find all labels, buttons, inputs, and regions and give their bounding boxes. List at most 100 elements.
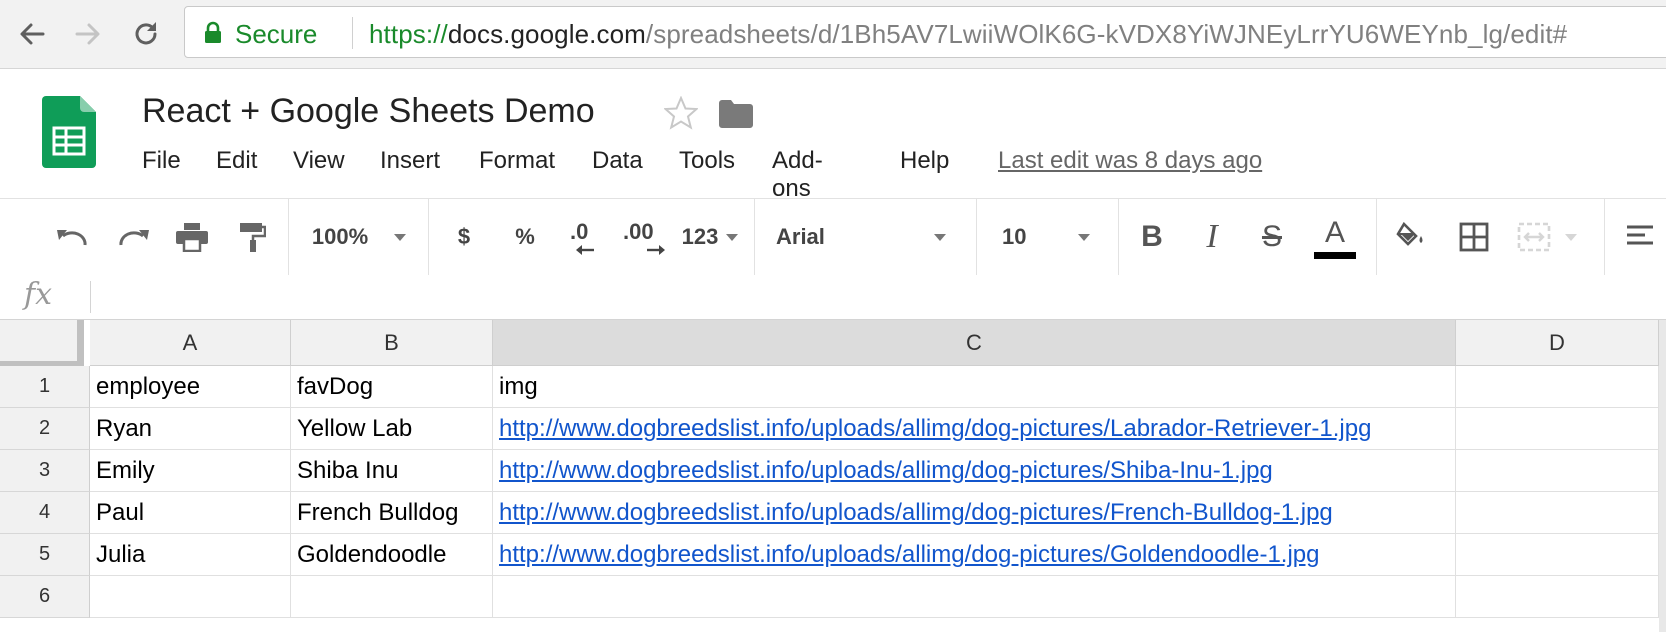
percent-format-button[interactable]: % bbox=[504, 199, 546, 275]
row-header-4[interactable]: 4 bbox=[0, 492, 90, 534]
cell-b6[interactable] bbox=[291, 576, 493, 618]
italic-button[interactable]: I bbox=[1192, 199, 1232, 275]
cell-c4[interactable]: http://www.dogbreedslist.info/uploads/al… bbox=[493, 492, 1456, 534]
row-header-1[interactable]: 1 bbox=[0, 366, 90, 408]
menu-edit[interactable]: Edit bbox=[216, 147, 257, 175]
font-size-select[interactable]: 10 bbox=[994, 199, 1098, 275]
cell-c5[interactable]: http://www.dogbreedslist.info/uploads/al… bbox=[493, 534, 1456, 576]
zoom-value: 100% bbox=[311, 224, 369, 249]
toolbar-divider bbox=[754, 199, 755, 275]
italic-icon: I bbox=[1206, 218, 1218, 255]
horizontal-align-button[interactable] bbox=[1620, 199, 1660, 275]
cell-c1[interactable]: img bbox=[493, 366, 1456, 408]
forward-button[interactable] bbox=[70, 16, 106, 52]
left-arrow-icon bbox=[576, 245, 594, 255]
row-header-2[interactable]: 2 bbox=[0, 408, 90, 450]
cell-d4[interactable] bbox=[1456, 492, 1659, 534]
font-size-dropdown-icon bbox=[1078, 233, 1090, 241]
toolbar-divider bbox=[1604, 199, 1605, 275]
cell-b2[interactable]: Yellow Lab bbox=[291, 408, 493, 450]
back-arrow-icon bbox=[20, 23, 45, 45]
cell-c3[interactable]: http://www.dogbreedslist.info/uploads/al… bbox=[493, 450, 1456, 492]
fill-color-button[interactable] bbox=[1390, 199, 1434, 275]
sheets-logo-icon[interactable] bbox=[42, 96, 96, 170]
paint-format-button[interactable] bbox=[230, 199, 274, 275]
text-color-swatch bbox=[1314, 251, 1356, 259]
column-header-b[interactable]: B bbox=[291, 320, 493, 366]
document-title[interactable]: React + Google Sheets Demo bbox=[142, 92, 595, 131]
row-header-6[interactable]: 6 bbox=[0, 576, 90, 618]
increase-decimal-button[interactable]: .00 bbox=[620, 199, 670, 275]
row-header-3[interactable]: 3 bbox=[0, 450, 90, 492]
cell-b3[interactable]: Shiba Inu bbox=[291, 450, 493, 492]
merge-cells-button[interactable] bbox=[1512, 199, 1582, 275]
decrease-decimal-label: .0 bbox=[570, 219, 589, 244]
column-header-a[interactable]: A bbox=[90, 320, 291, 366]
paint-bucket-icon bbox=[1396, 222, 1423, 246]
print-icon bbox=[176, 223, 208, 252]
cell-d6[interactable] bbox=[1456, 576, 1659, 618]
cell-d5[interactable] bbox=[1456, 534, 1659, 576]
paint-format-icon bbox=[240, 223, 266, 252]
vertical-scrollbar[interactable] bbox=[1659, 320, 1666, 632]
menu-file[interactable]: File bbox=[142, 147, 181, 175]
undo-icon bbox=[57, 230, 87, 246]
back-button[interactable] bbox=[14, 16, 50, 52]
menu-insert[interactable]: Insert bbox=[380, 147, 440, 175]
select-all-corner[interactable] bbox=[0, 320, 84, 366]
reload-icon bbox=[135, 22, 157, 45]
menu-tools[interactable]: Tools bbox=[679, 147, 735, 175]
toolbar-divider bbox=[1118, 199, 1119, 275]
more-formats-button[interactable]: 123 bbox=[680, 199, 740, 275]
address-bar[interactable]: Secure https://docs.google.com/spreadshe… bbox=[184, 6, 1666, 58]
zoom-select[interactable]: 100% bbox=[300, 199, 418, 275]
cell-a4[interactable]: Paul bbox=[90, 492, 291, 534]
cell-b1[interactable]: favDog bbox=[291, 366, 493, 408]
last-edit-link[interactable]: Last edit was 8 days ago bbox=[998, 147, 1262, 175]
font-family-dropdown-icon bbox=[934, 233, 946, 241]
borders-button[interactable] bbox=[1452, 199, 1496, 275]
cell-c6[interactable] bbox=[493, 576, 1456, 618]
print-button[interactable] bbox=[170, 199, 214, 275]
url-text: https://docs.google.com/spreadsheets/d/1… bbox=[369, 19, 1567, 50]
row-header-5[interactable]: 5 bbox=[0, 534, 90, 576]
menu-help[interactable]: Help bbox=[900, 147, 949, 175]
cell-a3[interactable]: Emily bbox=[90, 450, 291, 492]
text-color-button[interactable]: A bbox=[1312, 199, 1358, 275]
more-formats-dropdown-icon bbox=[726, 233, 739, 241]
cell-d1[interactable] bbox=[1456, 366, 1659, 408]
menu-format[interactable]: Format bbox=[479, 147, 555, 175]
url-path: /spreadsheets/d/1Bh5AV7LwiiWOlK6G-kVDX8Y… bbox=[645, 19, 1568, 49]
redo-button[interactable] bbox=[112, 199, 156, 275]
currency-format-button[interactable]: $ bbox=[444, 199, 484, 275]
url-host: docs.google.com bbox=[447, 19, 646, 49]
cell-b4[interactable]: French Bulldog bbox=[291, 492, 493, 534]
cell-a6[interactable] bbox=[90, 576, 291, 618]
secure-label: Secure bbox=[235, 19, 318, 49]
cell-d3[interactable] bbox=[1456, 450, 1659, 492]
toolbar-divider bbox=[1376, 199, 1377, 275]
cell-b5[interactable]: Goldendoodle bbox=[291, 534, 493, 576]
right-arrow-icon bbox=[647, 245, 665, 255]
browser-toolbar: Secure https://docs.google.com/spreadshe… bbox=[0, 0, 1666, 69]
bold-button[interactable]: B bbox=[1132, 199, 1172, 275]
cell-c2[interactable]: http://www.dogbreedslist.info/uploads/al… bbox=[493, 408, 1456, 450]
decrease-decimal-button[interactable]: .0 bbox=[560, 199, 604, 275]
cell-a1[interactable]: employee bbox=[90, 366, 291, 408]
borders-icon bbox=[1459, 222, 1489, 252]
reload-button[interactable] bbox=[128, 16, 164, 52]
cell-d2[interactable] bbox=[1456, 408, 1659, 450]
folder-icon[interactable] bbox=[719, 100, 753, 128]
menu-add-ons[interactable]: Add-ons bbox=[772, 147, 823, 203]
cell-a5[interactable]: Julia bbox=[90, 534, 291, 576]
column-header-d[interactable]: D bbox=[1456, 320, 1659, 366]
star-icon[interactable] bbox=[664, 96, 698, 130]
undo-button[interactable] bbox=[50, 199, 94, 275]
menu-view[interactable]: View bbox=[293, 147, 345, 175]
cell-a2[interactable]: Ryan bbox=[90, 408, 291, 450]
strikethrough-button[interactable]: S bbox=[1252, 199, 1292, 275]
menu-data[interactable]: Data bbox=[592, 147, 643, 175]
font-family-select[interactable]: Arial bbox=[766, 199, 956, 275]
column-header-c[interactable]: C bbox=[493, 320, 1456, 366]
merge-cells-icon bbox=[1517, 222, 1551, 252]
